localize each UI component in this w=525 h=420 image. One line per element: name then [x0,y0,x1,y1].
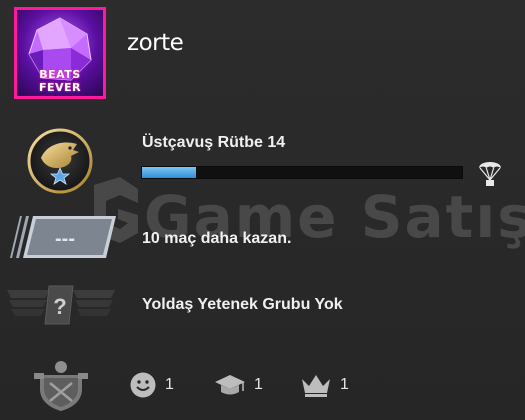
graduation-cap-icon [215,375,245,395]
smiley-icon [130,372,156,398]
teacher-commend[interactable]: 1 [214,370,263,400]
skill-group-text: Yoldaş Yetenek Grubu Yok [142,296,343,313]
crown-icon [302,375,330,397]
competitive-badge-placeholder: --- [55,228,75,250]
profile-panel: BEATS FEVER zorte Üstçavuş Rütbe 14 Game… [0,0,525,420]
xp-progress-fill [142,167,197,178]
leader-count: 1 [340,376,349,393]
leader-commend[interactable]: 1 [300,370,349,400]
xp-progress-bar [141,166,463,179]
skill-group-badge: ? [7,285,115,325]
teacher-count: 1 [254,376,263,393]
avatar-image: BEATS FEVER [17,10,103,96]
competitive-status-text: 10 maç daha kazan. [142,230,292,247]
avatar[interactable]: BEATS FEVER [14,7,106,99]
skill-badge-symbol: ? [53,294,66,319]
competitive-rank-badge: --- [10,216,116,258]
friendly-commend[interactable]: 1 [129,370,174,400]
service-shield-icon [34,361,88,411]
rank-title: Üstçavuş Rütbe 14 [142,134,286,151]
eagle-emblem-icon [27,128,93,194]
username[interactable]: zorte [127,30,184,56]
avatar-brand-text: BEATS FEVER [38,68,82,94]
friendly-count: 1 [165,376,174,393]
parachute-drop-icon[interactable] [477,156,503,188]
